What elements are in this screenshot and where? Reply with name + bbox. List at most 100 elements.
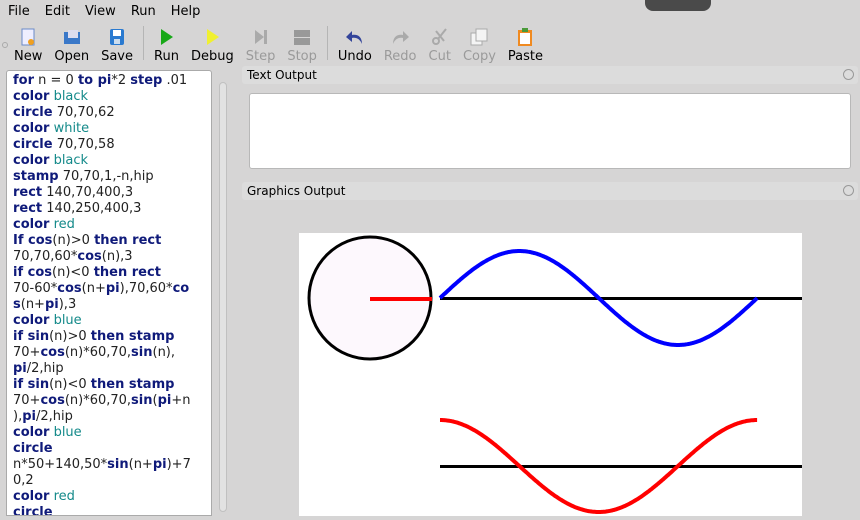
code-line: if sin(n)<0 then stamp (13, 377, 211, 393)
code-keyword: pi (13, 361, 27, 376)
code-line: rect 140,70,400,3 (13, 185, 211, 201)
code-keyword: If cos (13, 233, 53, 248)
code-string: red (49, 489, 75, 504)
code-text: )+7 (166, 457, 191, 472)
code-keyword: if cos (13, 265, 53, 280)
graphics-canvas[interactable] (299, 233, 802, 516)
code-keyword: color (13, 121, 50, 136)
code-line: circle 70,70,62 (13, 105, 211, 121)
step-button[interactable]: Step (240, 22, 282, 64)
text-output-title: Text Output (242, 66, 858, 84)
code-keyword: rect (13, 185, 43, 200)
open-button[interactable]: Open (48, 22, 95, 64)
dock-float-button[interactable] (843, 185, 854, 196)
code-line: 70+cos(n)*60,70,sin(n), (13, 345, 211, 361)
redo-button[interactable]: Redo (378, 22, 423, 64)
graphics-drawing (307, 235, 802, 514)
code-line: circle 70,70,58 (13, 137, 211, 153)
code-text: /2,hip (26, 361, 64, 376)
code-keyword: circle (13, 441, 53, 456)
code-text: ),3 (58, 297, 77, 312)
graphics-output-title: Graphics Output (242, 182, 858, 200)
save-button[interactable]: Save (95, 22, 139, 64)
button-label: Save (101, 49, 134, 64)
toolbar-separator (143, 26, 145, 60)
toolbar: New Open Save Run Debug Step Stop Undo Redo Cut Co… (0, 22, 620, 66)
paste-button[interactable]: Paste (502, 22, 549, 64)
code-editor[interactable]: for n = 0 to pi*2 step .01 color black cir… (6, 70, 212, 516)
scrollbar-track[interactable] (219, 82, 227, 512)
stop-button[interactable]: Stop (281, 22, 323, 64)
code-text: (n)<0 (49, 377, 91, 392)
code-keyword: pi (105, 281, 120, 296)
code-keyword: color (13, 313, 50, 328)
dock-float-button[interactable] (843, 69, 854, 80)
code-keyword: then stamp (90, 377, 175, 392)
code-string: black (49, 153, 89, 168)
code-keyword: s (13, 297, 21, 312)
code-text: 140,70,400,3 (42, 185, 134, 200)
button-label: Stop (287, 49, 317, 64)
run-button[interactable]: Run (148, 22, 185, 64)
open-folder-icon (62, 27, 82, 47)
undo-icon (345, 27, 365, 47)
code-text: 70,70,58 (52, 137, 115, 152)
code-line: s(n+pi),3 (13, 297, 211, 313)
code-keyword: pi (152, 457, 167, 472)
code-keyword: pi (157, 393, 172, 408)
code-keyword: color (13, 153, 50, 168)
code-keyword: to pi (77, 73, 112, 88)
axis-line-bottom (440, 465, 802, 468)
code-line: circle (13, 441, 211, 457)
code-text: 140,250,400,3 (42, 201, 142, 216)
code-text: (n)<0 (52, 265, 94, 280)
code-line: 0,2 (13, 473, 211, 489)
text-output-area[interactable] (249, 93, 851, 169)
cut-button[interactable]: Cut (423, 22, 457, 64)
code-keyword: pi (44, 297, 59, 312)
code-keyword: pi (22, 409, 36, 424)
code-keyword: rect (13, 201, 43, 216)
code-keyword: cos (77, 249, 102, 264)
code-string: white (49, 121, 90, 136)
code-line: circle (13, 505, 211, 515)
code-line: if cos(n)<0 then rect (13, 265, 211, 281)
menu-edit[interactable]: Edit (45, 4, 70, 19)
code-keyword: co (172, 281, 190, 296)
code-keyword: stamp (13, 169, 59, 184)
code-text: (n)>0 (49, 329, 91, 344)
editor-scrollbar[interactable] (216, 70, 230, 516)
code-text: 70+ (13, 393, 41, 408)
code-text: (n+ (128, 457, 153, 472)
button-label: Debug (190, 49, 234, 64)
button-label: New (14, 49, 43, 64)
code-text: .01 (162, 73, 188, 88)
code-line: color black (13, 89, 211, 105)
code-text: 70,70,60* (13, 249, 78, 264)
menu-view[interactable]: View (85, 4, 116, 19)
menu-help[interactable]: Help (171, 4, 201, 19)
code-line: color red (13, 489, 211, 505)
window-handle[interactable] (645, 0, 711, 11)
undo-button[interactable]: Undo (332, 22, 378, 64)
code-text: 0,2 (13, 473, 34, 488)
copy-icon (469, 27, 489, 47)
code-text: 70-60* (13, 281, 58, 296)
code-keyword: color (13, 425, 50, 440)
code-keyword: for (13, 73, 34, 88)
copy-button[interactable]: Copy (457, 22, 502, 64)
code-text: n*50+140,50* (13, 457, 108, 472)
debug-button[interactable]: Debug (185, 22, 240, 64)
paste-icon (515, 27, 535, 47)
menu-run[interactable]: Run (131, 4, 156, 19)
code-text: (n+ (81, 281, 106, 296)
code-text: ), (13, 409, 23, 424)
button-label: Copy (462, 49, 496, 64)
menu-file[interactable]: File (8, 4, 30, 19)
code-line: 70+cos(n)*60,70,sin(pi+n (13, 393, 211, 409)
graphics-output-dock: Graphics Output (242, 182, 858, 516)
code-text: 70+ (13, 345, 41, 360)
code-keyword: sin (107, 457, 129, 472)
new-button[interactable]: New (8, 22, 48, 64)
code-string: blue (49, 313, 82, 328)
